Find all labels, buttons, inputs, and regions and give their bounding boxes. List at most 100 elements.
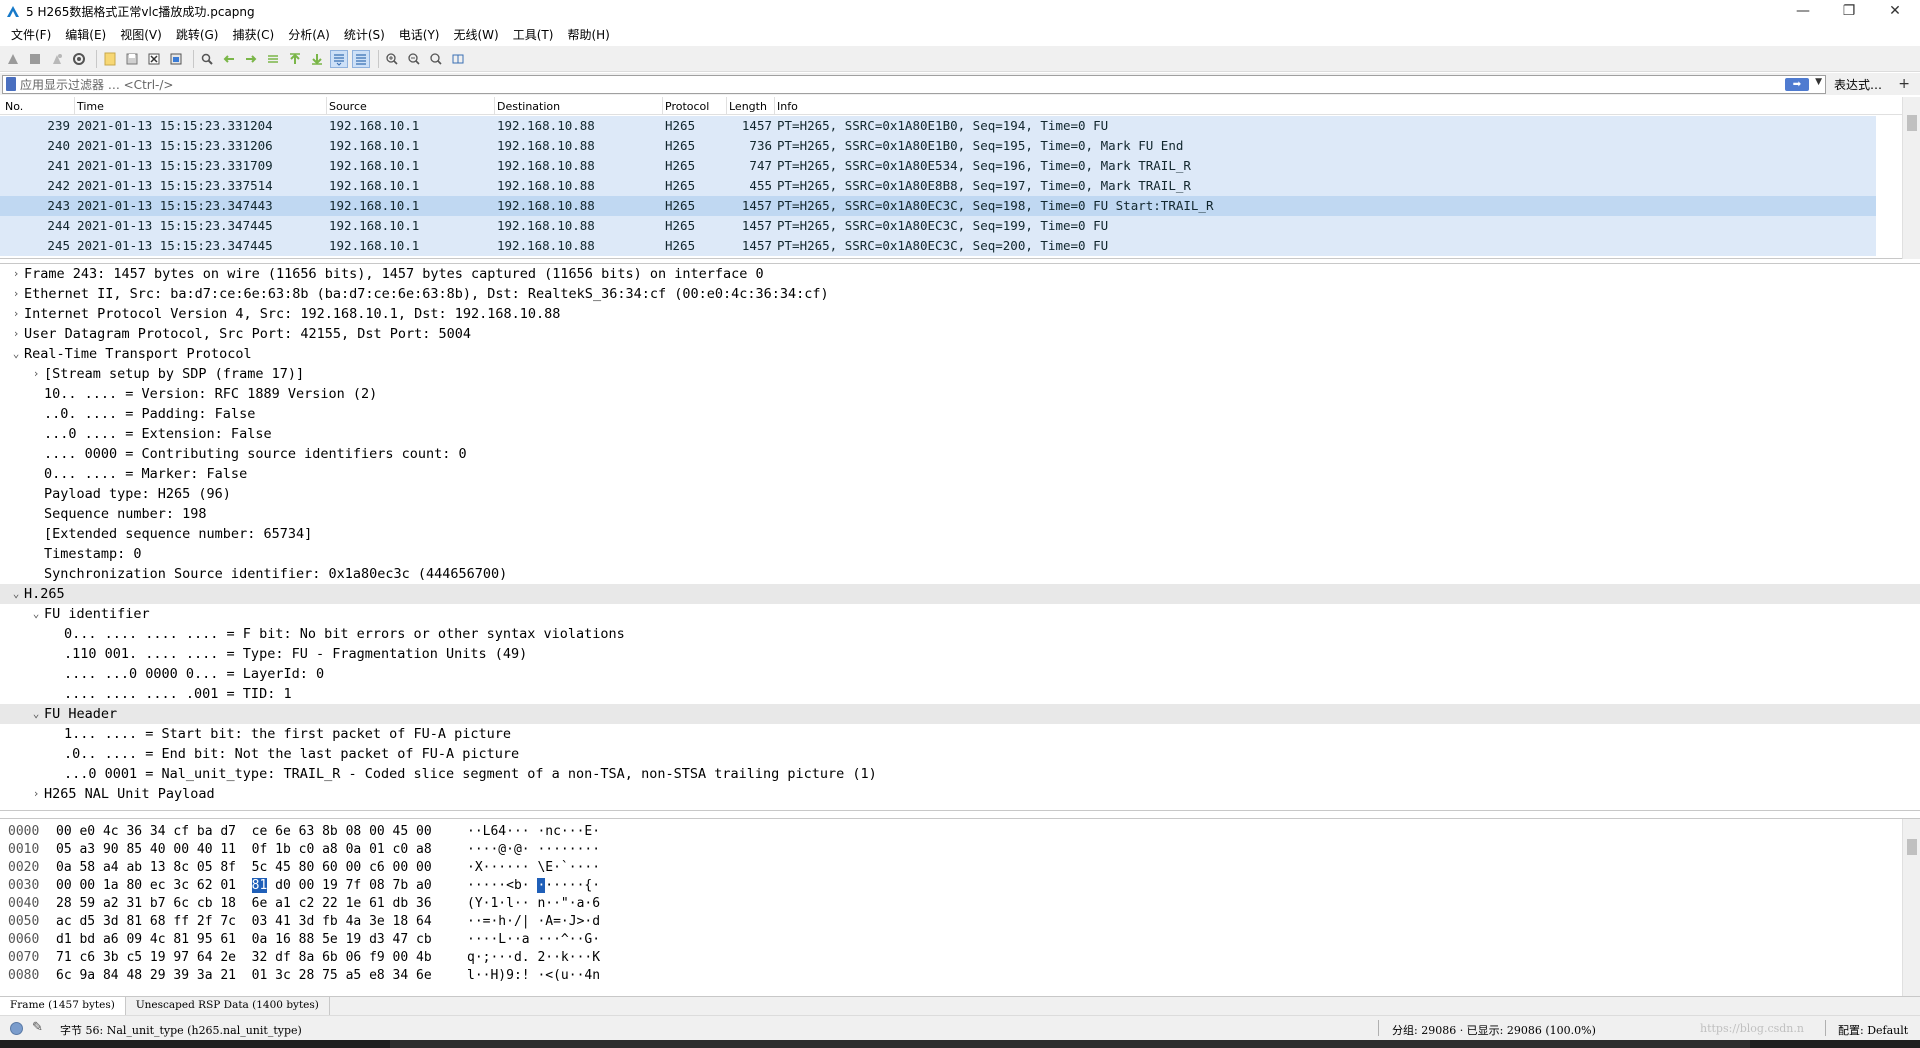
collapse-arrow-icon[interactable]: ⌄	[10, 584, 22, 604]
close-file-icon[interactable]	[145, 50, 163, 68]
edit-comment-icon[interactable]: ✎	[32, 1020, 43, 1035]
tree-item[interactable]: .... ...0 0000 0... = LayerId: 0	[0, 664, 1920, 684]
column-header-destination[interactable]: Destination	[497, 100, 560, 113]
go-forward-icon[interactable]	[242, 50, 260, 68]
zoom-out-icon[interactable]	[405, 50, 423, 68]
filter-bookmark-icon[interactable]	[6, 77, 16, 91]
tree-item[interactable]: › User Datagram Protocol, Src Port: 42155…	[0, 324, 1920, 344]
zoom-normal-icon[interactable]	[427, 50, 445, 68]
tree-item[interactable]: [Extended sequence number: 65734]	[0, 524, 1920, 544]
table-row[interactable]: 245 2021-01-13 15:15:23.347445 192.168.10.…	[0, 236, 1876, 256]
collapse-arrow-icon[interactable]: ⌄	[30, 704, 42, 724]
tree-item[interactable]: .... .... .... .001 = TID: 1	[0, 684, 1920, 704]
table-row[interactable]: 241 2021-01-13 15:15:23.331709 192.168.10.…	[0, 156, 1876, 176]
tree-item[interactable]: › H265 NAL Unit Payload	[0, 784, 1920, 804]
menu-tools[interactable]: 工具(T)	[506, 26, 561, 43]
hex-row[interactable]: 0010 05 a3 90 85 40 00 40 11 0f 1b c0 a8 …	[0, 841, 1900, 859]
tree-item[interactable]: › Frame 243: 1457 bytes on wire (11656 bi…	[0, 264, 1920, 284]
expand-arrow-icon[interactable]: ›	[10, 264, 22, 284]
expert-info-icon[interactable]	[10, 1022, 23, 1035]
zoom-in-icon[interactable]	[383, 50, 401, 68]
column-header-no[interactable]: No.	[5, 100, 23, 113]
hex-row[interactable]: 0030 00 00 1a 80 ec 3c 62 01 81 d0 00 19 …	[0, 877, 1900, 895]
column-header-protocol[interactable]: Protocol	[665, 100, 709, 113]
resize-columns-icon[interactable]	[449, 50, 467, 68]
find-packet-icon[interactable]	[198, 50, 216, 68]
collapse-arrow-icon[interactable]: ⌄	[30, 604, 42, 624]
tab-unescaped-rsp[interactable]: Unescaped RSP Data (1400 bytes)	[126, 997, 330, 1015]
close-button[interactable]: ✕	[1872, 0, 1918, 22]
restart-capture-icon[interactable]	[48, 50, 66, 68]
tree-item[interactable]: Sequence number: 198	[0, 504, 1920, 524]
tree-item[interactable]: .0.. .... = End bit: Not the last packet…	[0, 744, 1920, 764]
expand-arrow-icon[interactable]: ›	[10, 324, 22, 344]
column-header-time[interactable]: Time	[77, 100, 104, 113]
tree-item[interactable]: › Internet Protocol Version 4, Src: 192.1…	[0, 304, 1920, 324]
menu-statistics[interactable]: 统计(S)	[337, 26, 392, 43]
tree-item[interactable]: 0... .... = Marker: False	[0, 464, 1920, 484]
autoscroll-icon[interactable]	[330, 49, 348, 68]
go-back-icon[interactable]	[220, 50, 238, 68]
hex-row[interactable]: 0060 d1 bd a6 09 4c 81 95 61 0a 16 88 5e …	[0, 931, 1900, 949]
table-row[interactable]: 242 2021-01-13 15:15:23.337514 192.168.10.…	[0, 176, 1876, 196]
menu-telephony[interactable]: 电话(Y)	[392, 26, 447, 43]
table-row[interactable]: 244 2021-01-13 15:15:23.347445 192.168.10.…	[0, 216, 1876, 236]
column-header-source[interactable]: Source	[329, 100, 367, 113]
filter-history-dropdown-icon[interactable]: ▼	[1815, 77, 1822, 87]
save-file-icon[interactable]	[123, 50, 141, 68]
tree-item[interactable]: Payload type: H265 (96)	[0, 484, 1920, 504]
tree-item[interactable]: ⌄ FU Header	[0, 704, 1920, 724]
tree-item[interactable]: ⌄ H.265	[0, 584, 1920, 604]
expand-arrow-icon[interactable]: ›	[10, 284, 22, 304]
reload-file-icon[interactable]	[167, 50, 185, 68]
tab-frame-bytes[interactable]: Frame (1457 bytes)	[0, 997, 126, 1015]
hex-row[interactable]: 0020 0a 58 a4 ab 13 8c 05 8f 5c 45 80 60 …	[0, 859, 1900, 877]
tree-item[interactable]: ⌄ FU identifier	[0, 604, 1920, 624]
column-header-info[interactable]: Info	[777, 100, 798, 113]
hex-row[interactable]: 0040 28 59 a2 31 b7 6c cb 18 6e a1 c2 22 …	[0, 895, 1900, 913]
tree-item[interactable]: .... 0000 = Contributing source identifi…	[0, 444, 1920, 464]
maximize-button[interactable]: ❐	[1826, 0, 1872, 22]
go-to-packet-icon[interactable]	[264, 50, 282, 68]
stop-capture-icon[interactable]	[26, 50, 44, 68]
tree-item[interactable]: 1... .... = Start bit: the first packet …	[0, 724, 1920, 744]
hex-row[interactable]: 0000 00 e0 4c 36 34 cf ba d7 ce 6e 63 8b …	[0, 823, 1900, 841]
expand-arrow-icon[interactable]: ›	[30, 784, 42, 804]
tree-item[interactable]: ..0. .... = Padding: False	[0, 404, 1920, 424]
display-filter-input[interactable]: 应用显示过滤器 … <Ctrl-/> ➡ ▼	[2, 74, 1826, 94]
menu-analyze[interactable]: 分析(A)	[281, 26, 337, 43]
tree-item[interactable]: › [Stream setup by SDP (frame 17)]	[0, 364, 1920, 384]
tree-item[interactable]: 0... .... .... .... = F bit: No bit erro…	[0, 624, 1920, 644]
go-first-icon[interactable]	[286, 50, 304, 68]
scrollbar-thumb[interactable]	[1907, 839, 1917, 855]
table-row[interactable]: 239 2021-01-13 15:15:23.331204 192.168.10.…	[0, 116, 1876, 136]
tree-item[interactable]: ...0 0001 = Nal_unit_type: TRAIL_R - Cod…	[0, 764, 1920, 784]
start-capture-icon[interactable]	[4, 50, 22, 68]
menu-edit[interactable]: 编辑(E)	[58, 26, 113, 43]
go-last-icon[interactable]	[308, 50, 326, 68]
table-row[interactable]: 243 2021-01-13 15:15:23.347443 192.168.10.…	[0, 196, 1876, 216]
packet-list-scrollbar[interactable]	[1902, 97, 1920, 259]
colorize-icon[interactable]	[352, 49, 370, 68]
column-header-length[interactable]: Length	[729, 100, 767, 113]
apply-filter-icon[interactable]: ➡	[1785, 77, 1809, 91]
menu-capture[interactable]: 捕获(C)	[225, 26, 281, 43]
expression-button[interactable]: 表达式…	[1834, 76, 1882, 93]
expand-arrow-icon[interactable]: ›	[30, 364, 42, 384]
minimize-button[interactable]: —	[1780, 0, 1826, 22]
profile-status[interactable]: 配置: Default	[1838, 1022, 1908, 1038]
open-file-icon[interactable]	[101, 50, 119, 68]
tree-item[interactable]: 10.. .... = Version: RFC 1889 Version (2…	[0, 384, 1920, 404]
tree-item[interactable]: .110 001. .... .... = Type: FU - Fragmen…	[0, 644, 1920, 664]
menu-file[interactable]: 文件(F)	[4, 26, 58, 43]
menu-wireless[interactable]: 无线(W)	[447, 26, 506, 43]
menu-help[interactable]: 帮助(H)	[560, 26, 616, 43]
tree-item[interactable]: Timestamp: 0	[0, 544, 1920, 564]
tree-item[interactable]: › Ethernet II, Src: ba:d7:ce:6e:63:8b (ba…	[0, 284, 1920, 304]
hex-row[interactable]: 0070 71 c6 3b c5 19 97 64 2e 32 df 8a 6b …	[0, 949, 1900, 967]
collapse-arrow-icon[interactable]: ⌄	[10, 344, 22, 364]
menu-view[interactable]: 视图(V)	[113, 26, 169, 43]
table-row[interactable]: 240 2021-01-13 15:15:23.331206 192.168.10.…	[0, 136, 1876, 156]
bytes-scrollbar[interactable]	[1902, 819, 1920, 997]
expand-arrow-icon[interactable]: ›	[10, 304, 22, 324]
